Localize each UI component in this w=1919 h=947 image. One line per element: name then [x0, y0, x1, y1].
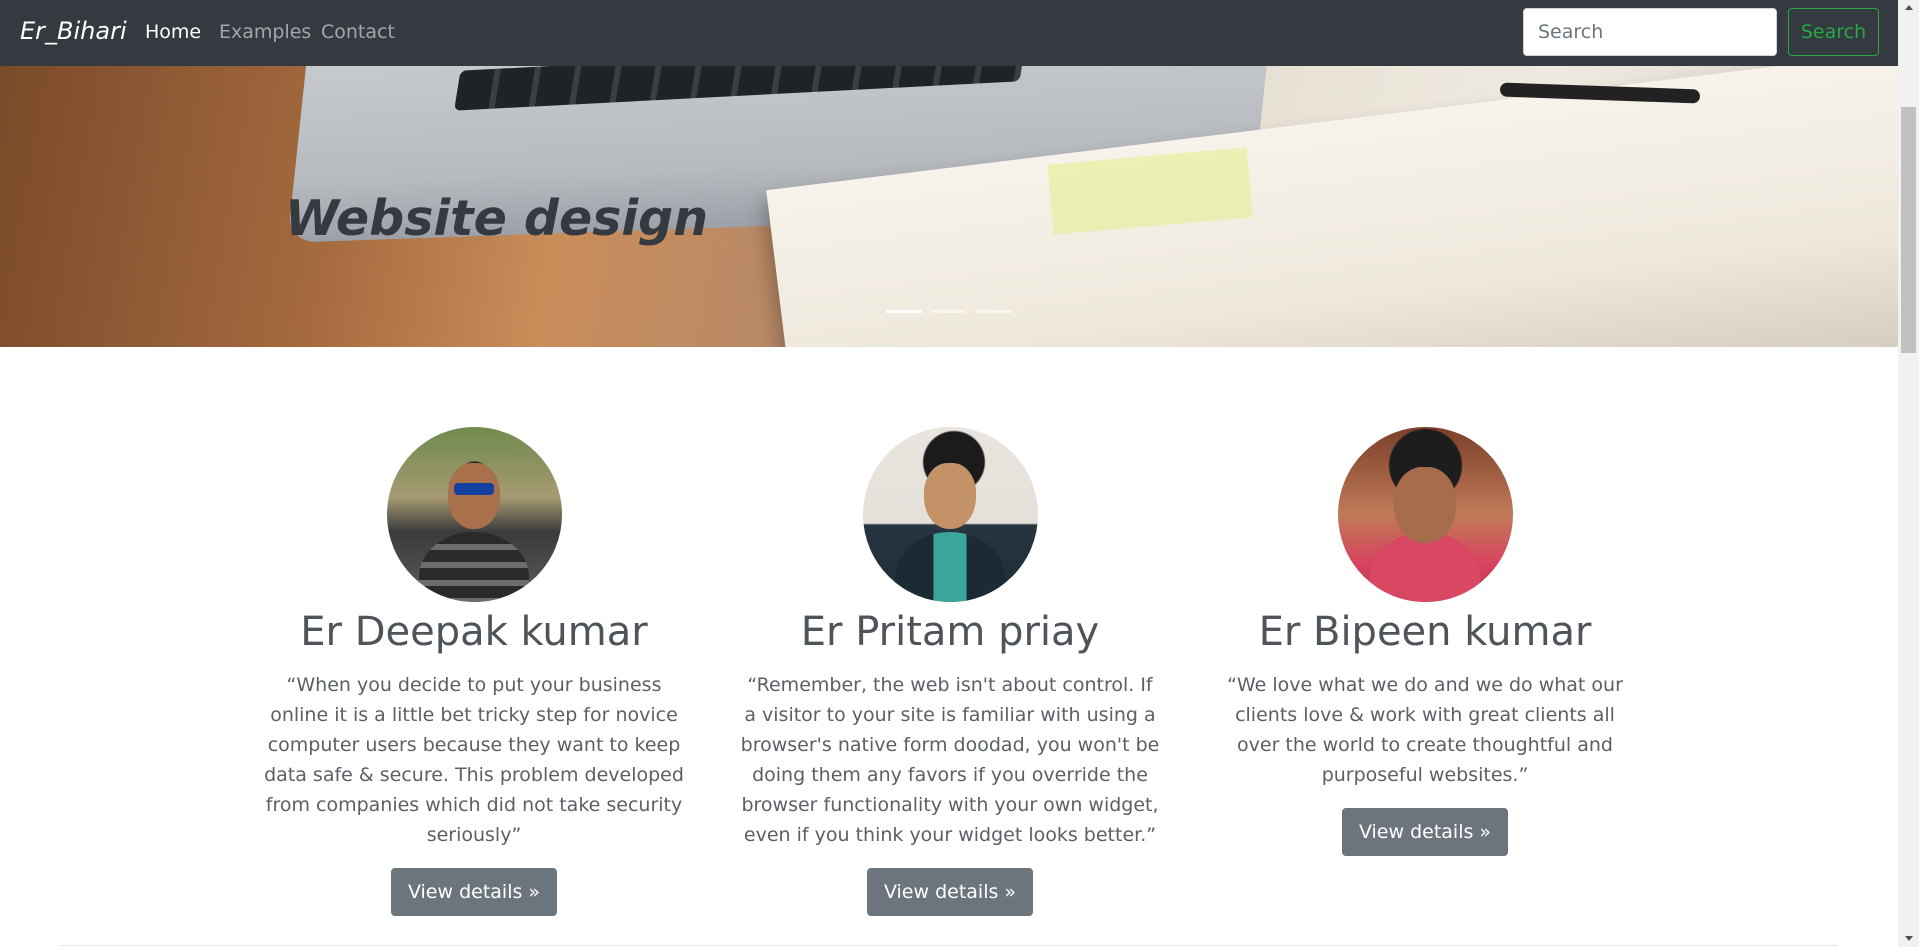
person-quote: “We love what we do and we do what our c… — [1227, 674, 1623, 786]
nav-link-examples[interactable]: Examples — [219, 21, 311, 43]
person-name: Er Deepak kumar — [300, 609, 648, 655]
avatar — [1337, 427, 1513, 602]
person-body — [419, 532, 529, 602]
carousel-caption: Website design — [285, 190, 709, 247]
person-quote: “Remember, the web isn't about control. … — [740, 674, 1160, 846]
carousel-indicator-3[interactable] — [976, 310, 1012, 313]
navbar: Er_Bihari Home Examples Contact Search — [0, 0, 1898, 66]
scroll-down-arrow-icon[interactable] — [1905, 936, 1913, 941]
nav-link-home[interactable]: Home — [145, 21, 201, 43]
avatar — [386, 427, 562, 602]
person-name: Er Bipeen kumar — [1258, 609, 1592, 655]
person-name: Er Pritam priay — [800, 609, 1100, 655]
person-body — [895, 532, 1005, 602]
carousel-indicator-2[interactable] — [930, 310, 966, 313]
page: Er_Bihari Home Examples Contact Search W… — [0, 0, 1898, 947]
nav-link-contact[interactable]: Contact — [321, 21, 395, 43]
carousel-indicator-1[interactable] — [886, 310, 922, 313]
scroll-up-arrow-icon[interactable] — [1905, 5, 1913, 10]
featurette-divider — [60, 945, 1838, 946]
hero-carousel[interactable]: Website design — [0, 66, 1898, 347]
search-button[interactable]: Search — [1788, 8, 1879, 56]
view-details-button[interactable]: View details » — [390, 868, 558, 916]
view-details-button[interactable]: View details » — [1341, 808, 1509, 856]
team-card-3: Er Bipeen kumar “We love what we do and … — [1215, 427, 1635, 856]
sunglasses — [454, 483, 494, 495]
person-head — [924, 463, 976, 529]
team-card-1: Er Deepak kumar “When you decide to put … — [264, 427, 684, 916]
team-card-2: Er Pritam priay “Remember, the web isn't… — [740, 427, 1160, 916]
avatar — [862, 427, 1038, 602]
vertical-scrollbar[interactable] — [1898, 0, 1919, 947]
scrollbar-thumb[interactable] — [1901, 107, 1916, 353]
view-details-button[interactable]: View details » — [866, 868, 1034, 916]
person-head — [448, 463, 500, 529]
brand-logo[interactable]: Er_Bihari — [20, 17, 127, 45]
search-input[interactable] — [1523, 8, 1777, 56]
person-head — [1394, 467, 1456, 543]
person-quote: “When you decide to put your business on… — [264, 674, 684, 846]
